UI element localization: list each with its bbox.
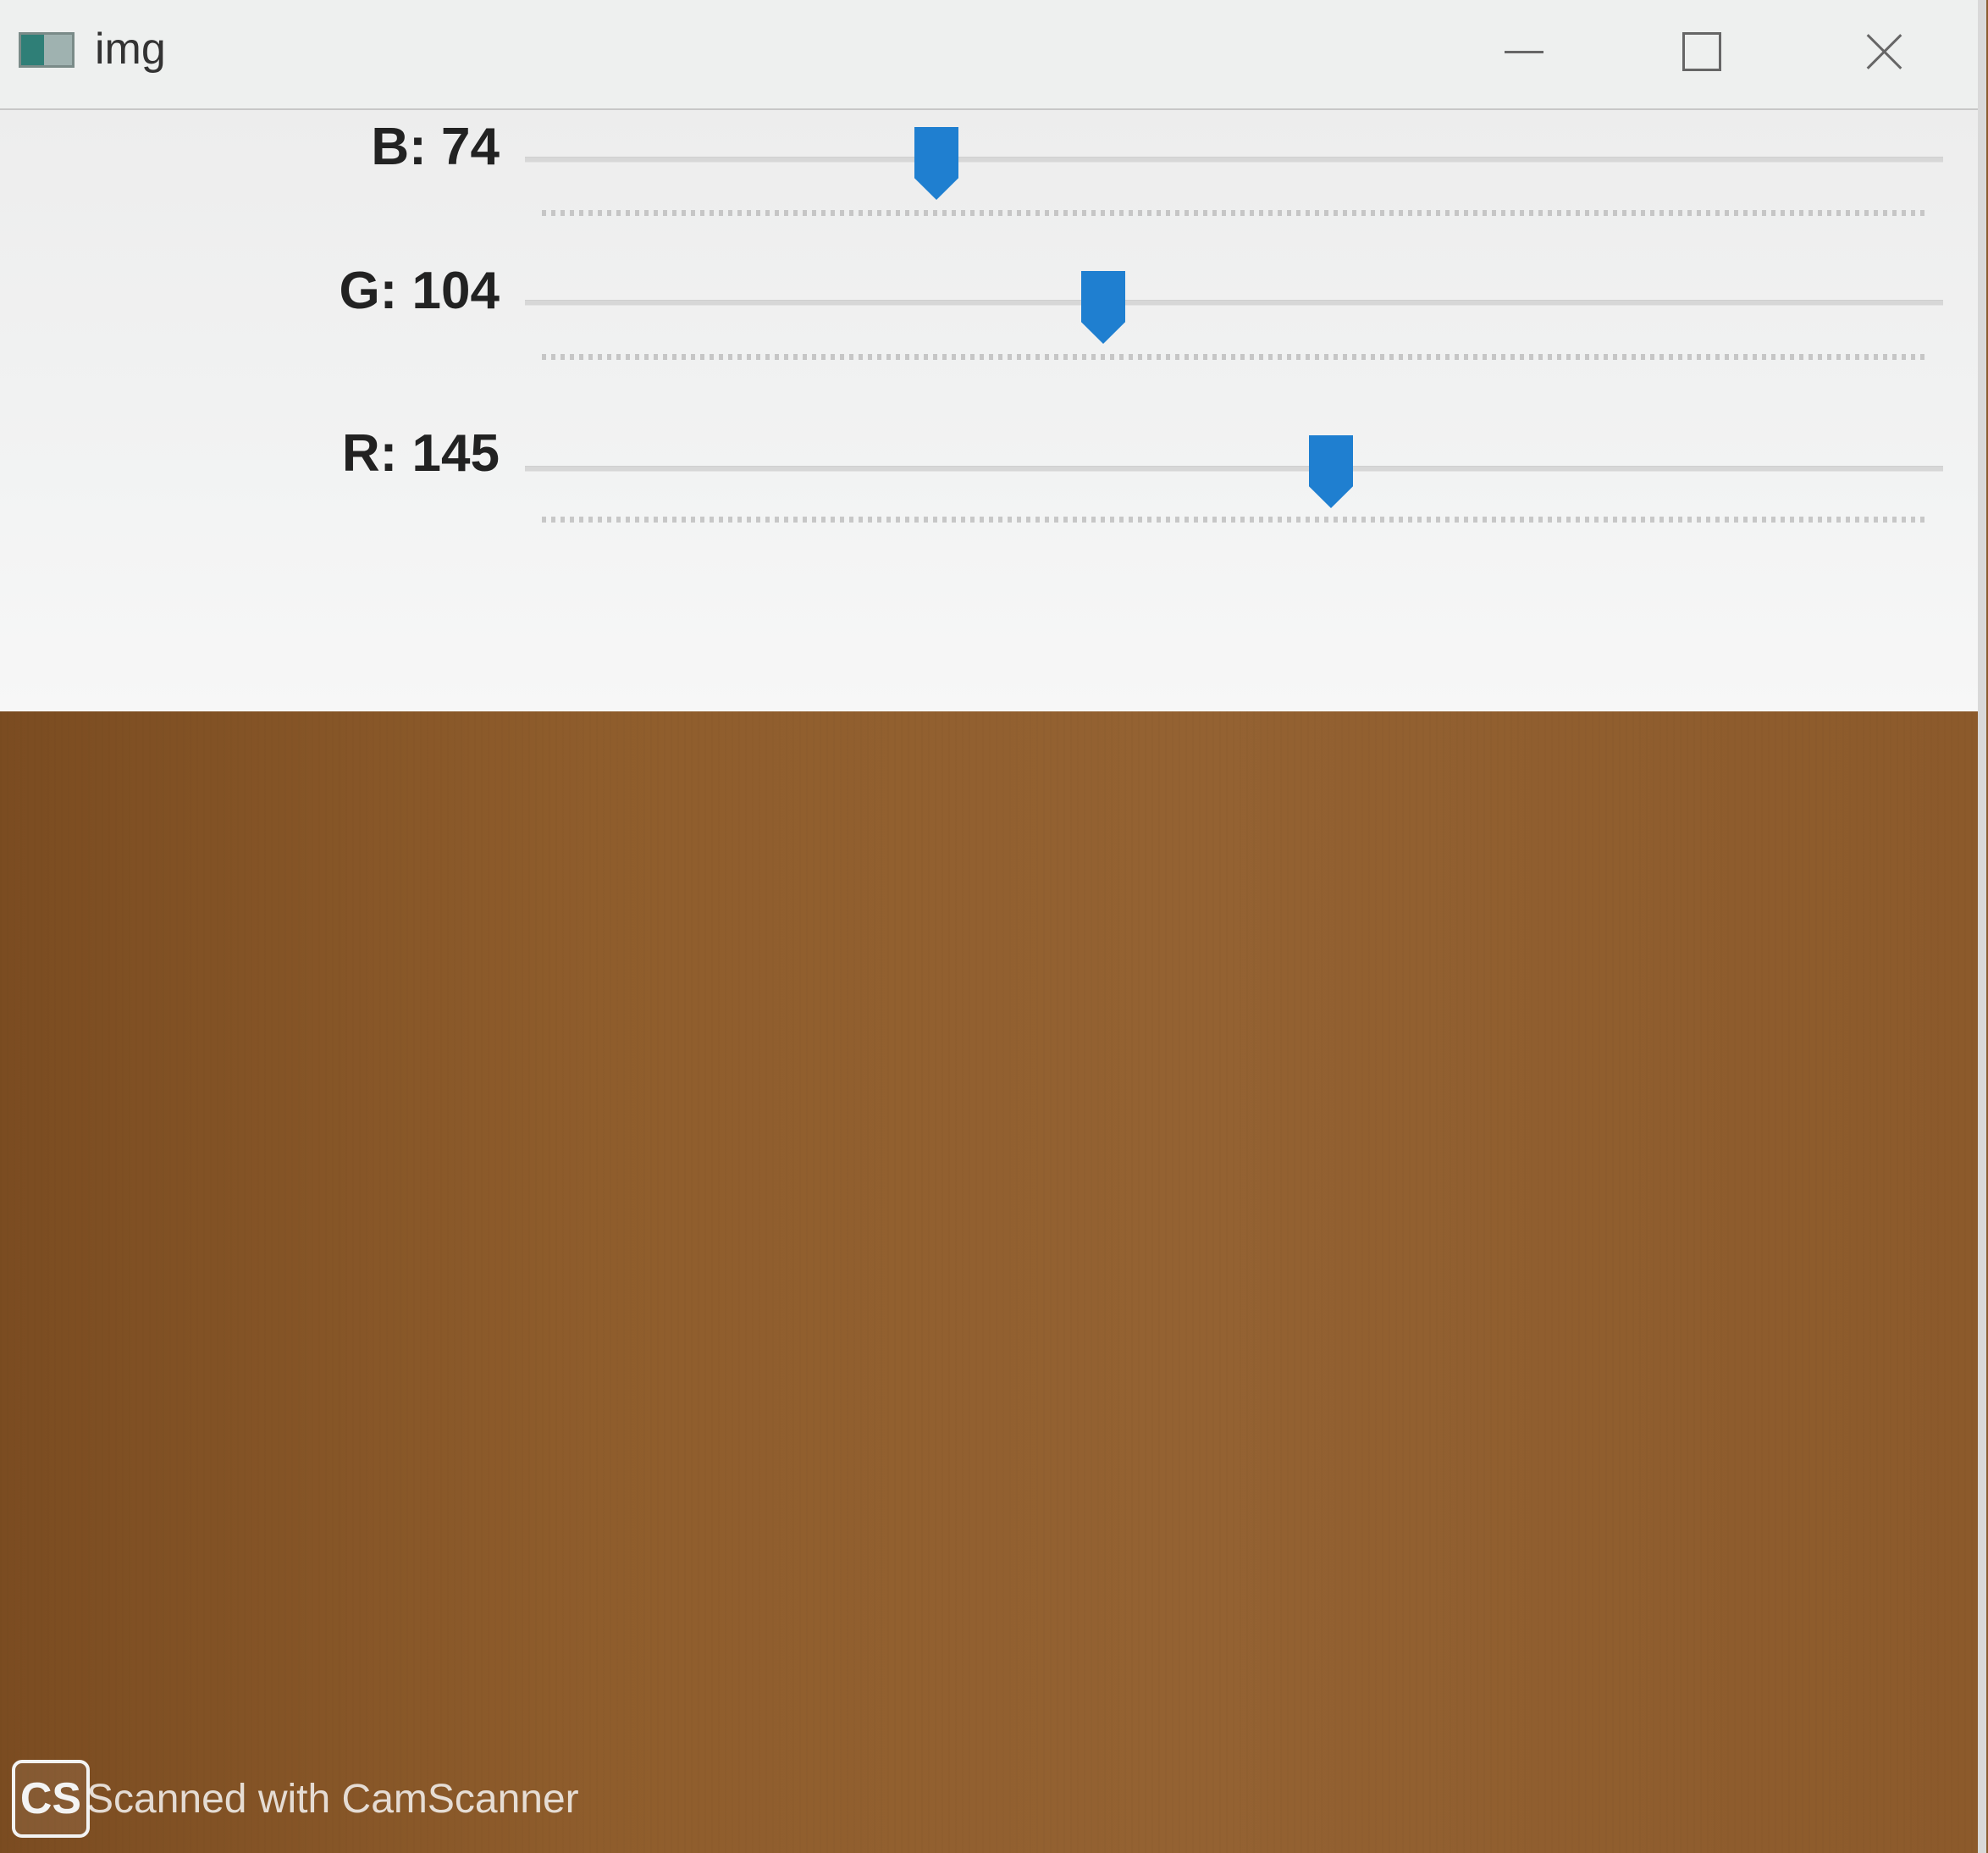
minimize-icon xyxy=(1505,50,1543,53)
blue-slider-track[interactable] xyxy=(525,157,1943,163)
camscanner-text: Scanned with CamScanner xyxy=(86,1776,579,1822)
maximize-icon xyxy=(1682,32,1721,71)
close-icon xyxy=(1864,31,1904,72)
image-window: img B: 74 G: 104 R: 145 CS Scanned with … xyxy=(0,0,1986,1853)
maximize-button[interactable] xyxy=(1651,15,1753,88)
trackbar-panel: B: 74 G: 104 R: 145 xyxy=(0,110,1978,711)
red-slider-label: R: 145 xyxy=(341,424,500,483)
window-titlebar: img xyxy=(0,0,1978,110)
camscanner-watermark: CS Scanned with CamScanner xyxy=(12,1760,579,1838)
camscanner-logo: CS xyxy=(12,1760,90,1838)
window-title: img xyxy=(95,25,166,74)
green-slider-track[interactable] xyxy=(525,300,1943,306)
green-slider-ticks xyxy=(542,354,1926,360)
color-preview-image xyxy=(0,711,1978,1853)
green-slider-thumb[interactable] xyxy=(1081,271,1125,344)
image-window-icon xyxy=(19,32,75,68)
red-slider-ticks xyxy=(542,517,1926,523)
red-slider-track[interactable] xyxy=(525,466,1943,472)
blue-slider-thumb[interactable] xyxy=(914,127,958,200)
green-slider-label: G: 104 xyxy=(339,262,500,320)
minimize-button[interactable] xyxy=(1473,15,1575,88)
close-button[interactable] xyxy=(1833,15,1935,88)
blue-slider-label: B: 74 xyxy=(371,118,500,176)
blue-slider-ticks xyxy=(542,210,1926,216)
red-slider-thumb[interactable] xyxy=(1309,435,1353,508)
